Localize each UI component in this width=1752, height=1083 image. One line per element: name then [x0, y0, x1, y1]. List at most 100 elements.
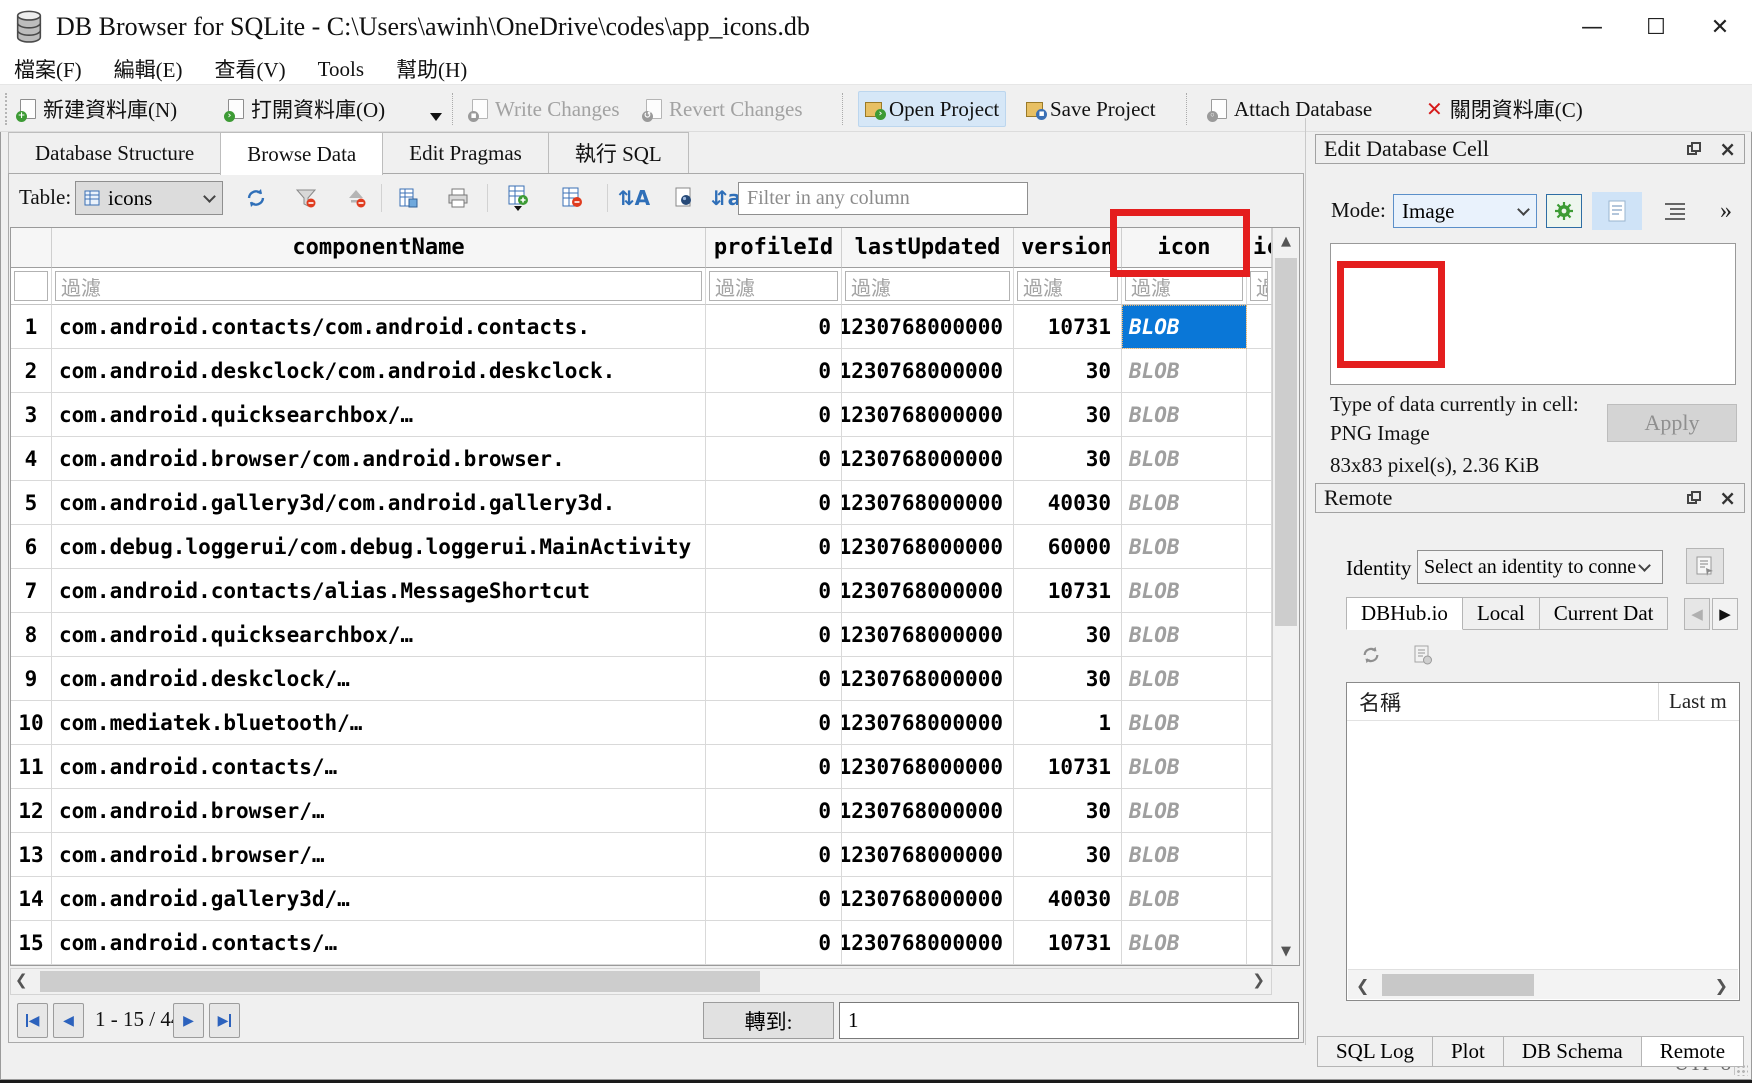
- cell-profileId[interactable]: 0: [706, 525, 842, 569]
- cell-componentName[interactable]: com.android.contacts/alias.MessageShortc…: [52, 569, 706, 613]
- cell-lastUpdated[interactable]: 1230768000000: [842, 393, 1014, 437]
- cell-icon-blob[interactable]: BLOB: [1122, 305, 1247, 349]
- print-button[interactable]: [441, 182, 475, 214]
- cell-lastUpdated[interactable]: 1230768000000: [842, 305, 1014, 349]
- cell-profileId[interactable]: 0: [706, 569, 842, 613]
- cell-icon-blob[interactable]: BLOB: [1122, 349, 1247, 393]
- vertical-scrollbar[interactable]: ▲ ▼: [1272, 228, 1299, 965]
- cell-profileId[interactable]: 0: [706, 745, 842, 789]
- menu-view[interactable]: 查看(V): [199, 54, 302, 84]
- menu-tools[interactable]: Tools: [302, 54, 380, 84]
- horizontal-scrollbar[interactable]: ❮ ❯: [10, 968, 1272, 995]
- column-header-componentName[interactable]: componentName: [52, 228, 706, 268]
- cell-profileId[interactable]: 0: [706, 833, 842, 877]
- cell-lastUpdated[interactable]: 1230768000000: [842, 437, 1014, 481]
- scroll-left-icon[interactable]: ❮: [15, 971, 28, 989]
- cell-lastUpdated[interactable]: 1230768000000: [842, 701, 1014, 745]
- next-record-button[interactable]: ▶: [173, 1003, 204, 1038]
- cell-version[interactable]: 60000: [1014, 525, 1122, 569]
- row-number[interactable]: 10: [11, 701, 52, 745]
- column-header-lastUpdated[interactable]: lastUpdated: [842, 228, 1014, 268]
- cell-version[interactable]: 30: [1014, 613, 1122, 657]
- row-number[interactable]: 6: [11, 525, 52, 569]
- cell-clipped[interactable]: [1247, 525, 1272, 569]
- cell-version[interactable]: 40030: [1014, 481, 1122, 525]
- tab-edit-pragmas[interactable]: Edit Pragmas: [382, 132, 549, 173]
- open-database-button[interactable]: › 打開資料庫(O): [222, 91, 391, 127]
- save-results-button[interactable]: [391, 182, 425, 214]
- cell-icon-blob[interactable]: BLOB: [1122, 481, 1247, 525]
- cell-profileId[interactable]: 0: [706, 349, 842, 393]
- tab-scroll-right-icon[interactable]: ▶: [1712, 598, 1738, 630]
- cell-componentName[interactable]: com.android.quicksearchbox/…: [52, 393, 706, 437]
- font-increase-icon[interactable]: ⇅A: [617, 182, 651, 214]
- cell-version[interactable]: 10731: [1014, 921, 1122, 965]
- cell-componentName[interactable]: com.android.gallery3d/com.android.galler…: [52, 481, 706, 525]
- view-as-text-button[interactable]: [1592, 192, 1642, 230]
- cell-componentName[interactable]: com.android.quicksearchbox/…: [52, 613, 706, 657]
- cell-clipped[interactable]: [1247, 613, 1272, 657]
- cell-lastUpdated[interactable]: 1230768000000: [842, 657, 1014, 701]
- cell-componentName[interactable]: com.android.contacts/…: [52, 921, 706, 965]
- cell-clipped[interactable]: [1247, 481, 1272, 525]
- close-button[interactable]: ✕: [1688, 0, 1752, 54]
- cell-version[interactable]: 30: [1014, 657, 1122, 701]
- goto-record-input[interactable]: 1: [839, 1002, 1299, 1039]
- menu-edit[interactable]: 編輯(E): [98, 54, 199, 84]
- column-header-version[interactable]: version: [1014, 228, 1122, 268]
- scroll-down-icon[interactable]: ▼: [1273, 938, 1299, 965]
- scroll-right-icon[interactable]: ❯: [1715, 976, 1728, 995]
- cell-lastUpdated[interactable]: 1230768000000: [842, 833, 1014, 877]
- cell-clipped[interactable]: [1247, 877, 1272, 921]
- cell-icon-blob[interactable]: BLOB: [1122, 393, 1247, 437]
- column-filter-input[interactable]: 過濾: [845, 271, 1010, 301]
- row-number[interactable]: 9: [11, 657, 52, 701]
- new-database-button[interactable]: + 新建資料庫(N): [14, 91, 183, 127]
- tab-local[interactable]: Local: [1462, 597, 1540, 630]
- column-header-clipped[interactable]: ic: [1247, 228, 1272, 268]
- scroll-left-icon[interactable]: ❮: [1356, 976, 1369, 995]
- table-selector[interactable]: icons: [75, 181, 223, 215]
- header-corner-cell[interactable]: [11, 228, 52, 268]
- cell-clipped[interactable]: [1247, 745, 1272, 789]
- cell-componentName[interactable]: com.mediatek.bluetooth/…: [52, 701, 706, 745]
- last-record-button[interactable]: ▶: [209, 1003, 240, 1038]
- column-filter-input[interactable]: 過濾: [709, 271, 838, 301]
- insert-record-button[interactable]: [501, 182, 535, 214]
- cell-lastUpdated[interactable]: 1230768000000: [842, 481, 1014, 525]
- cell-profileId[interactable]: 0: [706, 305, 842, 349]
- word-wrap-button[interactable]: [1658, 194, 1692, 228]
- tab-execute-sql[interactable]: 執行 SQL: [548, 132, 689, 173]
- cell-icon-blob[interactable]: BLOB: [1122, 789, 1247, 833]
- first-record-button[interactable]: ◀: [17, 1003, 48, 1038]
- remote-list-hscrollbar[interactable]: ❮ ❯: [1348, 969, 1738, 999]
- tab-current-database[interactable]: Current Dat: [1539, 597, 1669, 630]
- cell-icon-blob[interactable]: BLOB: [1122, 921, 1247, 965]
- cell-lastUpdated[interactable]: 1230768000000: [842, 921, 1014, 965]
- close-panel-icon[interactable]: ×: [1719, 142, 1736, 156]
- remote-list-modified-header[interactable]: Last m: [1659, 683, 1739, 720]
- open-database-dropdown-caret[interactable]: [430, 113, 442, 121]
- column-header-profileId[interactable]: profileId: [706, 228, 842, 268]
- cell-profileId[interactable]: 0: [706, 921, 842, 965]
- row-number[interactable]: 11: [11, 745, 52, 789]
- cell-lastUpdated[interactable]: 1230768000000: [842, 613, 1014, 657]
- close-panel-icon[interactable]: ×: [1719, 491, 1736, 505]
- scroll-right-icon[interactable]: ❯: [1252, 971, 1265, 989]
- tab-dbhub[interactable]: DBHub.io: [1346, 597, 1463, 630]
- row-number[interactable]: 2: [11, 349, 52, 393]
- menu-file[interactable]: 檔案(F): [0, 54, 98, 84]
- identity-selector[interactable]: Select an identity to conne: [1417, 550, 1663, 584]
- remote-clone-button[interactable]: [1408, 640, 1438, 670]
- cell-componentName[interactable]: com.android.deskclock/…: [52, 657, 706, 701]
- cell-profileId[interactable]: 0: [706, 613, 842, 657]
- dock-splitter[interactable]: [1305, 118, 1306, 1045]
- cell-version[interactable]: 30: [1014, 349, 1122, 393]
- write-changes-button[interactable]: ▪ Write Changes: [466, 91, 626, 127]
- cell-icon-blob[interactable]: BLOB: [1122, 525, 1247, 569]
- cell-version[interactable]: 10731: [1014, 745, 1122, 789]
- cell-clipped[interactable]: [1247, 789, 1272, 833]
- scroll-up-icon[interactable]: ▲: [1273, 228, 1299, 255]
- row-number[interactable]: 4: [11, 437, 52, 481]
- menu-help[interactable]: 幫助(H): [380, 54, 483, 84]
